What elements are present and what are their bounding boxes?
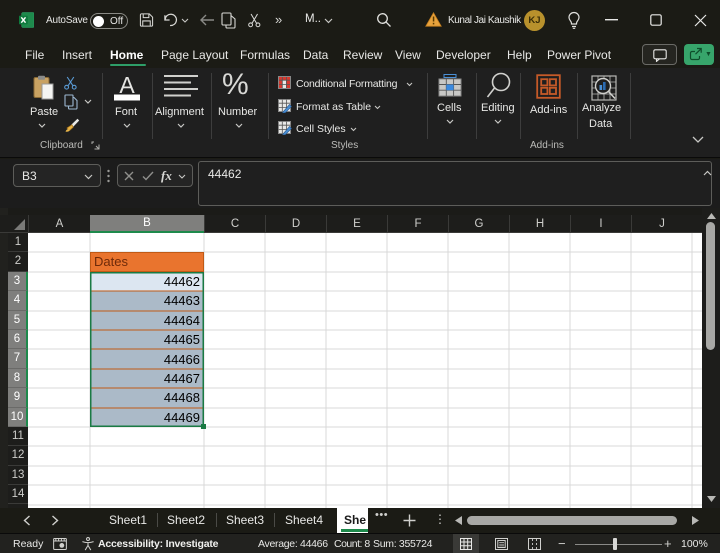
svg-text:A: A [119,73,135,98]
